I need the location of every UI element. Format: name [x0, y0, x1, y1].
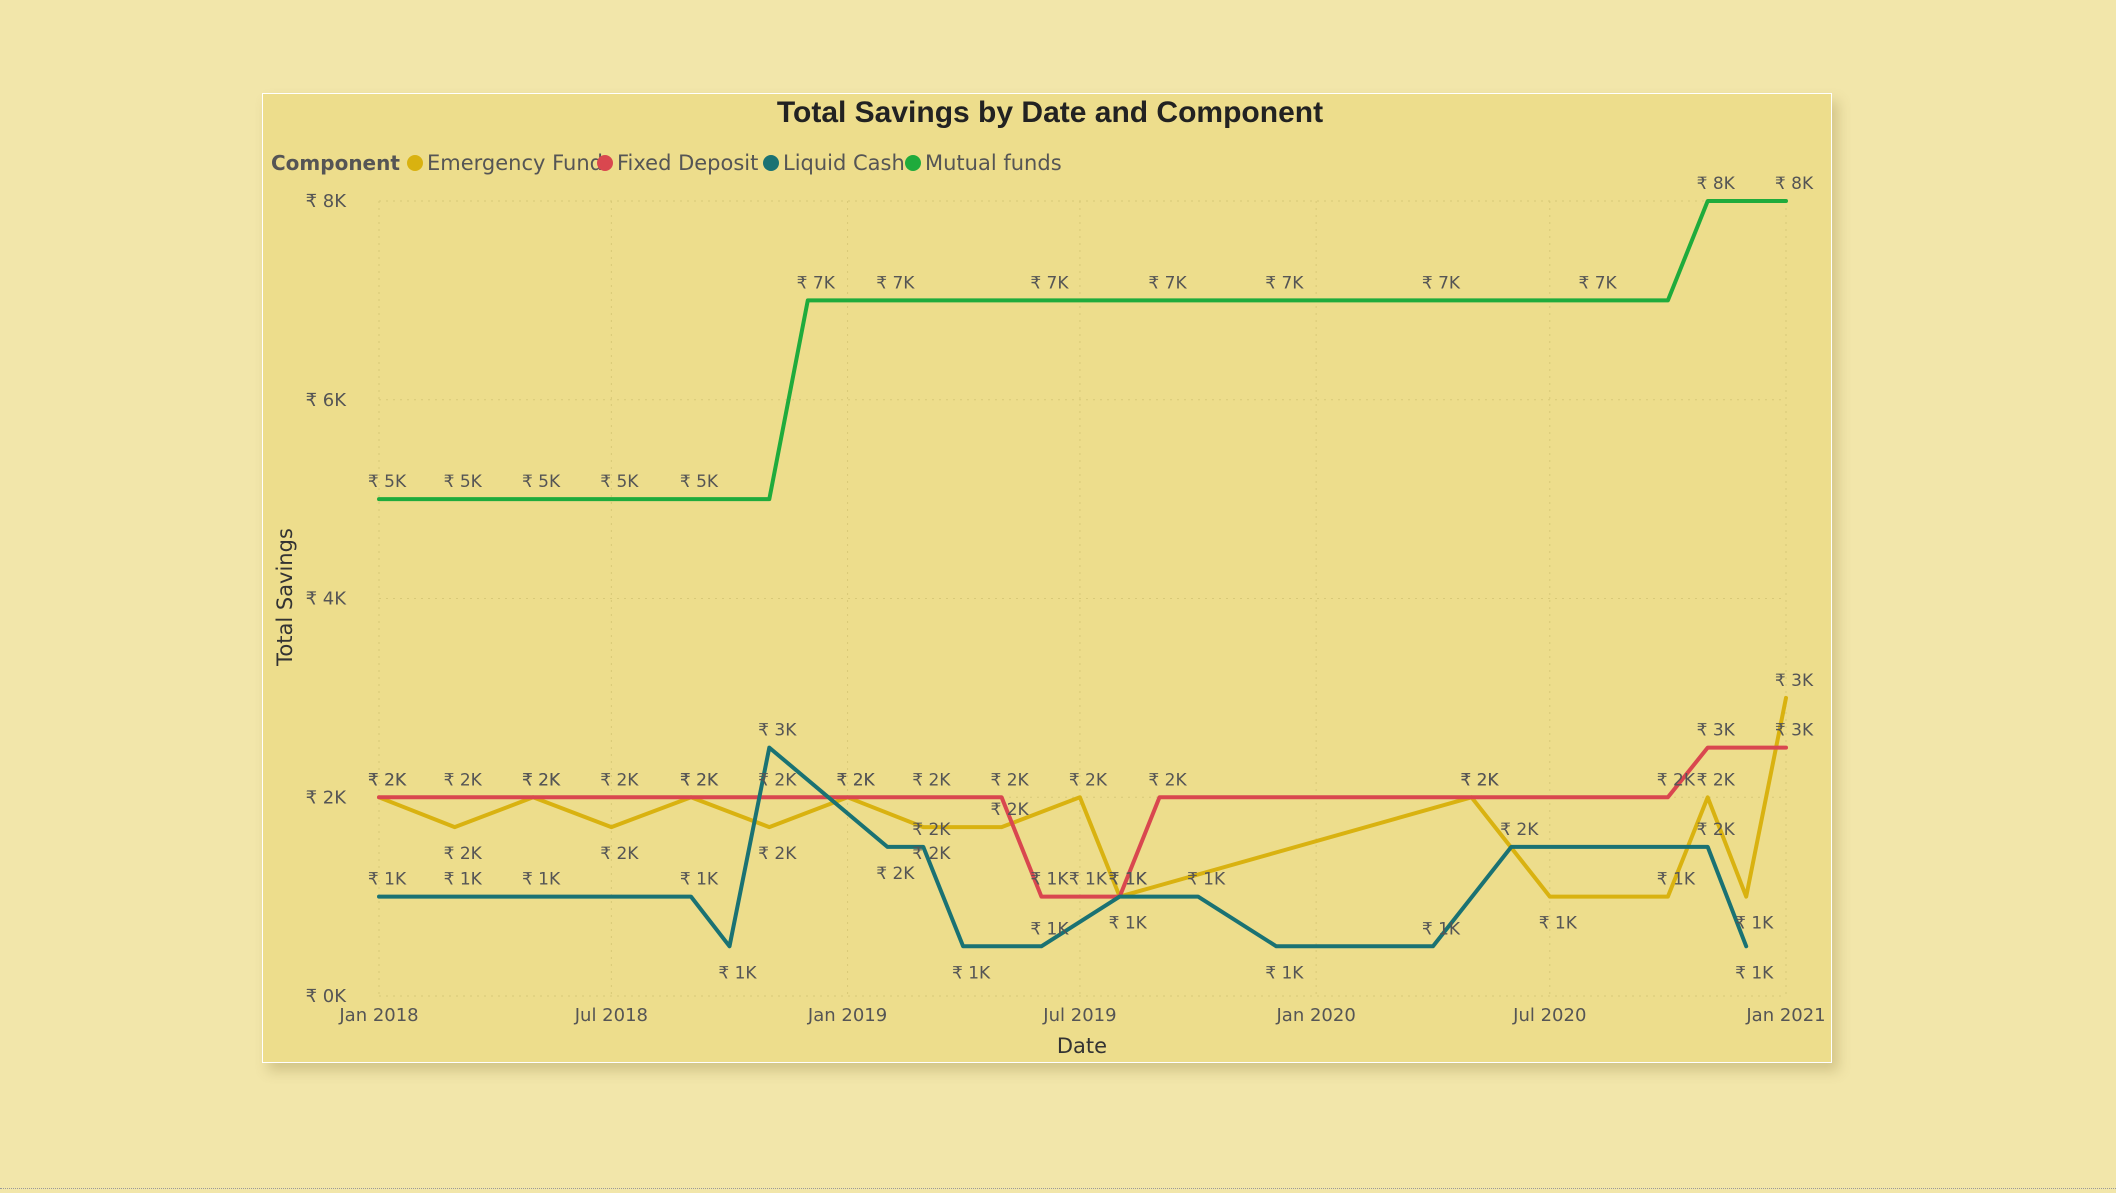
data-label-emergency-fund: ₹ 2K: [1697, 770, 1736, 790]
data-label-mutual-funds: ₹ 5K: [600, 472, 639, 492]
data-label-liquid-cash: ₹ 1K: [1265, 963, 1304, 983]
y-tick-label: ₹ 4K: [306, 589, 348, 610]
data-label-mutual-funds: ₹ 7K: [876, 273, 915, 293]
y-tick-label: ₹ 6K: [306, 390, 348, 411]
data-label-fixed-deposit: ₹ 2K: [600, 770, 639, 790]
data-label-liquid-cash: ₹ 1K: [1422, 919, 1461, 939]
data-label-emergency-fund: ₹ 2K: [991, 800, 1030, 820]
data-label-liquid-cash: ₹ 1K: [1187, 870, 1226, 890]
y-tick-label: ₹ 0K: [306, 986, 348, 1007]
data-label-fixed-deposit: ₹ 3K: [1775, 721, 1814, 741]
data-label-fixed-deposit: ₹ 2K: [912, 770, 951, 790]
data-label-mutual-funds: ₹ 5K: [444, 472, 483, 492]
legend-label-emergency-fund: Emergency Fund: [427, 151, 603, 175]
data-label-mutual-funds: ₹ 7K: [1578, 273, 1617, 293]
x-tick-label: Jul 2020: [1512, 1005, 1586, 1026]
data-label-fixed-deposit: ₹ 2K: [1657, 770, 1696, 790]
data-label-fixed-deposit: ₹ 2K: [836, 770, 875, 790]
data-label-emergency-fund: ₹ 2K: [758, 844, 797, 864]
legend-title: Component: [271, 151, 400, 175]
data-label-mutual-funds: ₹ 7K: [1148, 273, 1187, 293]
data-label-mutual-funds: ₹ 7K: [1265, 273, 1304, 293]
data-label-liquid-cash: ₹ 2K: [912, 820, 951, 840]
data-label-liquid-cash: ₹ 1K: [680, 870, 719, 890]
data-label-mutual-funds: ₹ 7K: [1422, 273, 1461, 293]
data-label-fixed-deposit: ₹ 2K: [1148, 770, 1187, 790]
x-tick-label: Jan 2021: [1745, 1005, 1825, 1026]
data-label-emergency-fund: ₹ 1K: [1657, 870, 1696, 890]
x-axis-title: Date: [1057, 1034, 1107, 1058]
data-label-liquid-cash: ₹ 3K: [758, 721, 797, 741]
y-tick-label: ₹ 8K: [306, 191, 348, 212]
y-axis-ticks: ₹ 0K ₹ 2K ₹ 4K ₹ 6K ₹ 8K: [306, 191, 348, 1007]
data-label-emergency-fund: ₹ 1K: [1735, 914, 1774, 934]
data-label-mutual-funds: ₹ 5K: [680, 472, 719, 492]
x-tick-label: Jan 2020: [1276, 1005, 1356, 1026]
legend-marker-emergency-fund: [407, 155, 423, 171]
y-tick-label: ₹ 2K: [306, 787, 348, 808]
legend-marker-mutual-funds: [905, 155, 921, 171]
legend: Emergency Fund Fixed Deposit Liquid Cash Mu…: [407, 151, 1062, 175]
data-label-fixed-deposit: ₹ 2K: [444, 770, 483, 790]
data-label-liquid-cash: ₹ 2K: [1500, 820, 1539, 840]
data-label-mutual-funds: ₹ 7K: [1030, 273, 1069, 293]
savings-line-chart: Total Savings by Date and Component Comp…: [271, 96, 1826, 1058]
data-label-fixed-deposit: ₹ 3K: [1697, 721, 1736, 741]
data-label-liquid-cash: ₹ 1K: [1735, 963, 1774, 983]
x-tick-label: Jul 2019: [1042, 1005, 1116, 1026]
x-tick-label: Jul 2018: [574, 1005, 648, 1026]
data-label-fixed-deposit: ₹ 2K: [522, 770, 561, 790]
data-label-liquid-cash: ₹ 1K: [368, 870, 407, 890]
data-label-liquid-cash: ₹ 1K: [444, 870, 483, 890]
data-label-liquid-cash: ₹ 1K: [1109, 870, 1148, 890]
data-label-mutual-funds: ₹ 5K: [522, 472, 561, 492]
data-label-liquid-cash: ₹ 1K: [522, 870, 561, 890]
data-label-fixed-deposit: ₹ 2K: [680, 770, 719, 790]
data-label-emergency-fund: ₹ 2K: [600, 844, 639, 864]
data-label-fixed-deposit: ₹ 1K: [1069, 870, 1108, 890]
data-label-emergency-fund: ₹ 1K: [1109, 914, 1148, 934]
data-label-liquid-cash: ₹ 1K: [1030, 919, 1069, 939]
data-label-liquid-cash: ₹ 1K: [952, 963, 991, 983]
data-label-emergency-fund: ₹ 2K: [1069, 770, 1108, 790]
data-label-mutual-funds: ₹ 8K: [1775, 174, 1814, 194]
data-label-mutual-funds: ₹ 5K: [368, 472, 407, 492]
data-label-fixed-deposit: ₹ 2K: [991, 770, 1030, 790]
data-label-fixed-deposit: ₹ 2K: [1460, 770, 1499, 790]
data-label-fixed-deposit: ₹ 2K: [758, 770, 797, 790]
chart-title: Total Savings by Date and Component: [777, 96, 1323, 129]
legend-label-mutual-funds: Mutual funds: [925, 151, 1062, 175]
data-label-mutual-funds: ₹ 7K: [797, 273, 836, 293]
data-label-fixed-deposit: ₹ 2K: [368, 770, 407, 790]
data-label-liquid-cash: ₹ 1K: [718, 963, 757, 983]
legend-label-fixed-deposit: Fixed Deposit: [617, 151, 758, 175]
data-label-emergency-fund: ₹ 2K: [912, 844, 951, 864]
data-label-fixed-deposit: ₹ 1K: [1030, 870, 1069, 890]
series-lines: [377, 199, 1788, 949]
data-label-emergency-fund: ₹ 1K: [1539, 914, 1578, 934]
x-axis-ticks: Jan 2018 Jul 2018 Jan 2019 Jul 2019 Jan 2020…: [338, 1005, 1825, 1026]
data-label-emergency-fund: ₹ 2K: [444, 844, 483, 864]
x-tick-label: Jan 2018: [338, 1005, 418, 1026]
data-labels: ₹ 2K₹ 2K₹ 2K₹ 2K₹ 2K₹ 2K₹ 2K₹ 2K₹ 2K₹ 2K…: [368, 174, 1814, 983]
y-axis-title: Total Savings: [273, 528, 297, 667]
legend-marker-fixed-deposit: [597, 155, 613, 171]
data-label-liquid-cash: ₹ 2K: [876, 864, 915, 884]
x-tick-label: Jan 2019: [807, 1005, 887, 1026]
data-label-liquid-cash: ₹ 2K: [1697, 820, 1736, 840]
series-line-mutual-funds: [377, 199, 1788, 502]
legend-marker-liquid-cash: [763, 155, 779, 171]
legend-label-liquid-cash: Liquid Cash: [783, 151, 905, 175]
data-label-mutual-funds: ₹ 8K: [1697, 174, 1736, 194]
data-label-emergency-fund: ₹ 3K: [1775, 671, 1814, 691]
